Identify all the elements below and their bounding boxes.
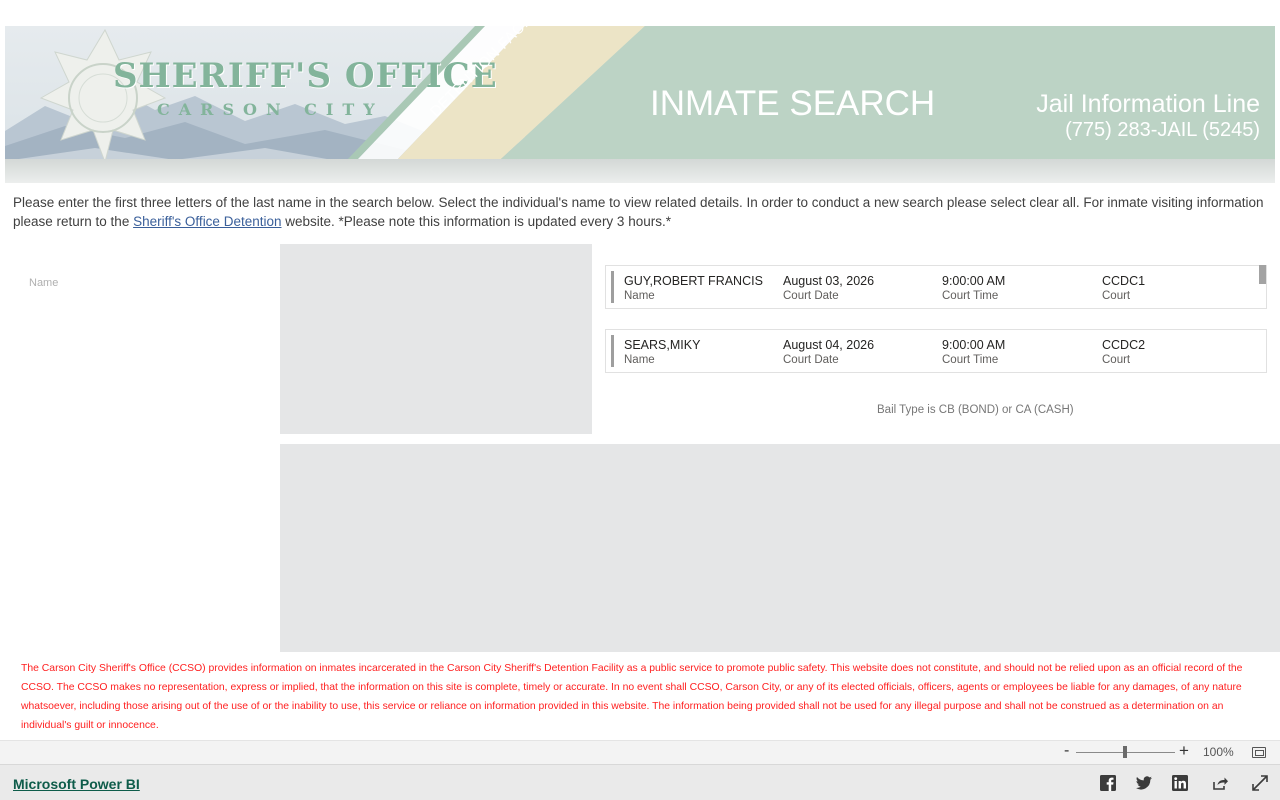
banner-shadow — [5, 159, 1275, 183]
card-accent-bar — [611, 335, 614, 367]
zoom-in-button[interactable]: + — [1179, 741, 1189, 761]
court-date-label: Court Date — [783, 290, 839, 302]
zoom-level: 100% — [1203, 745, 1234, 759]
zoom-slider-thumb[interactable] — [1123, 746, 1127, 758]
court-date-label: Court Date — [783, 354, 839, 366]
powerbi-link[interactable]: Microsoft Power BI — [13, 776, 140, 792]
court-label: Court — [1102, 290, 1131, 302]
fit-to-page-icon[interactable] — [1252, 747, 1266, 758]
jail-info-phone: (775) 283-JAIL (5245) — [1065, 119, 1260, 141]
report-page: SHERIFF'S OFFICE CARSON CITY DETENTION F… — [0, 0, 1280, 800]
jail-info-line-label: Jail Information Line — [1036, 90, 1260, 118]
details-panel — [280, 244, 592, 434]
details-table-panel — [280, 444, 1280, 652]
card-court-date-field: August 04, 2026 Court Date — [783, 337, 874, 368]
name-slicer[interactable]: Name — [29, 277, 58, 289]
court-time: 9:00:00 AM — [942, 338, 1006, 352]
bail-type-note: Bail Type is CB (BOND) or CA (CASH) — [877, 404, 1074, 416]
fullscreen-icon[interactable] — [1251, 774, 1269, 792]
card-name-field: SEARS,MIKY Name — [624, 337, 700, 368]
detention-website-link[interactable]: Sheriff's Office Detention — [133, 214, 281, 229]
court-time: 9:00:00 AM — [942, 274, 1006, 288]
card-court-time-field: 9:00:00 AM Court Time — [942, 273, 1005, 304]
card-court-field: CCDC2 Court — [1102, 337, 1145, 368]
page-title: INMATE SEARCH — [650, 84, 936, 123]
card-court-time-field: 9:00:00 AM Court Time — [942, 337, 1005, 368]
intro-text-end: website. *Please note this information i… — [281, 214, 671, 229]
inmate-name-label: Name — [624, 354, 655, 366]
court-record-card[interactable]: SEARS,MIKY Name August 04, 2026 Court Da… — [605, 329, 1267, 373]
intro-text: Please enter the first three letters of … — [13, 193, 1268, 231]
court: CCDC2 — [1102, 338, 1146, 352]
inmate-name-label: Name — [624, 290, 655, 302]
header-banner: SHERIFF'S OFFICE CARSON CITY DETENTION F… — [5, 26, 1275, 183]
court-date: August 03, 2026 — [783, 274, 875, 288]
court-label: Court — [1102, 354, 1131, 366]
inmate-name: GUY,ROBERT FRANCIS — [624, 274, 763, 288]
card-court-field: CCDC1 Court — [1102, 273, 1145, 304]
share-icon[interactable] — [1211, 774, 1229, 792]
court-time-label: Court Time — [942, 354, 999, 366]
logo-subtitle: CARSON CITY — [157, 100, 384, 119]
facebook-icon[interactable] — [1099, 774, 1117, 792]
court-time-label: Court Time — [942, 290, 999, 302]
twitter-icon[interactable] — [1135, 774, 1153, 792]
zoom-bar: - + 100% — [0, 740, 1280, 764]
card-court-date-field: August 03, 2026 Court Date — [783, 273, 874, 304]
court: CCDC1 — [1102, 274, 1146, 288]
logo-title: SHERIFF'S OFFICE — [113, 56, 498, 96]
zoom-out-button[interactable]: - — [1064, 742, 1069, 760]
court-date: August 04, 2026 — [783, 338, 875, 352]
card-name-field: GUY,ROBERT FRANCIS Name — [624, 273, 763, 304]
inmate-name: SEARS,MIKY — [624, 338, 701, 352]
linkedin-icon[interactable] — [1171, 774, 1189, 792]
court-record-card[interactable]: GUY,ROBERT FRANCIS Name August 03, 2026 … — [605, 265, 1267, 309]
disclaimer-text: The Carson City Sheriff's Office (CCSO) … — [21, 663, 1243, 731]
card-accent-bar — [611, 271, 614, 303]
powerbi-footer: Microsoft Power BI — [0, 764, 1280, 800]
cards-scrollbar-thumb[interactable] — [1259, 265, 1266, 284]
